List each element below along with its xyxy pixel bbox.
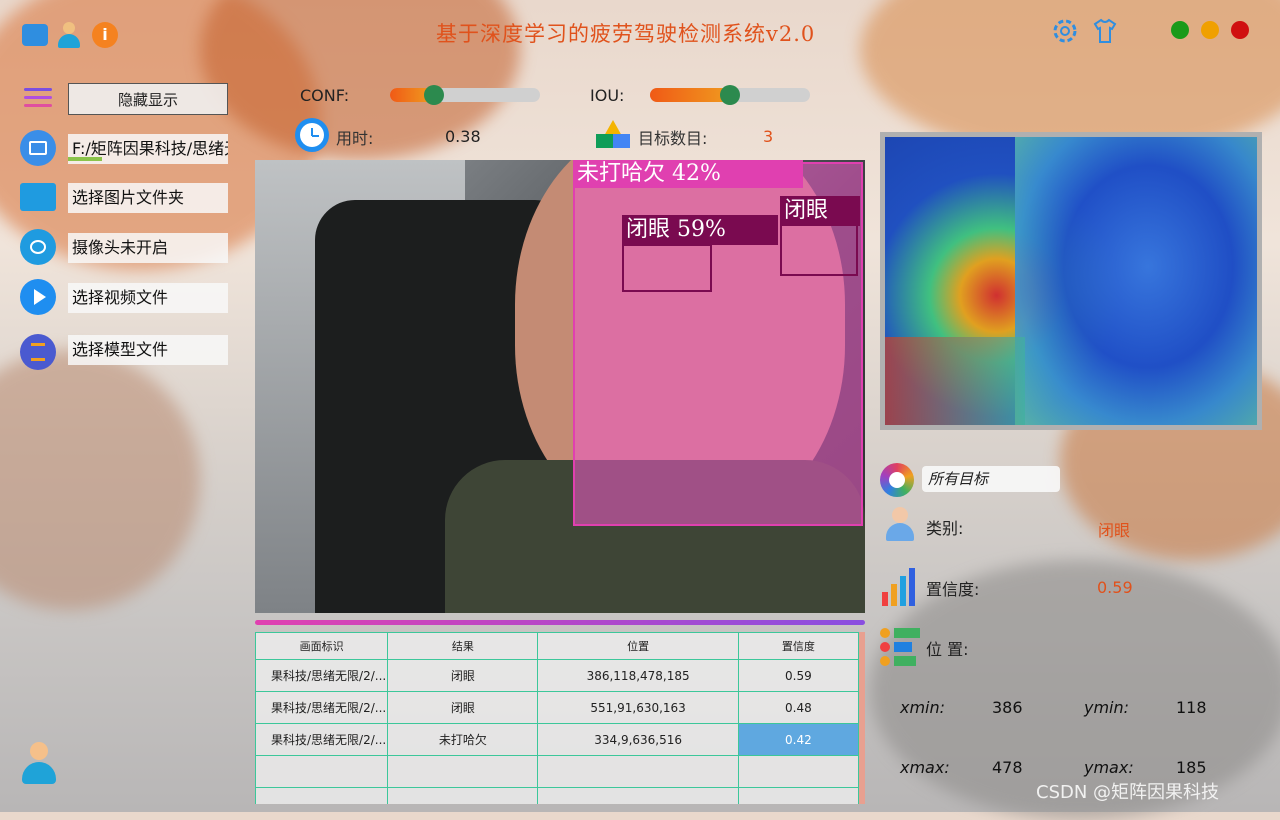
progress-bar [68,157,102,161]
table-header: 画面标识 结果 位置 置信度 [255,632,860,660]
model-icon [20,334,56,370]
table-row-empty[interactable] [255,787,860,804]
cell-result: 闭眼 [387,691,539,724]
watermark: CSDN @矩阵因果科技 [1036,782,1220,803]
detection-image: 未打哈欠 42% 闭眼 59% 闭眼 [255,160,865,613]
cell-confidence-selected: 0.42 [737,723,860,756]
xmax-label: xmax: [900,758,950,777]
target-icon [880,463,914,497]
box-label-eye-left-score: 59% [677,217,726,242]
cell-confidence: 0.59 [737,659,860,692]
time-label: 用时: [336,129,374,148]
box-label-eye-left: 闭眼 59% [622,215,778,245]
play-icon [20,279,56,315]
target-select[interactable]: 所有目标 [922,466,1060,492]
user-icon[interactable] [58,22,80,48]
conf-slider[interactable] [390,85,540,105]
table-row-empty[interactable] [255,755,860,788]
position-icon [880,628,920,666]
wallet-icon[interactable] [22,24,48,46]
bar-chart-icon [880,566,920,606]
position-label: 位 置: [926,640,969,659]
header-frame-id[interactable]: 画面标识 [255,632,389,660]
select-model-button[interactable]: 选择模型文件 [68,335,228,365]
cell-frame-id: 果科技/思绪无限/2/... [255,659,389,692]
time-value: 0.38 [445,127,481,146]
avatar-icon[interactable] [22,742,56,786]
select-folder-button[interactable]: 选择图片文件夹 [68,183,228,213]
drive-icon [596,120,630,150]
cell-confidence: 0.48 [737,691,860,724]
box-label-yawn-text: 未打哈欠 [577,161,666,186]
ymax-label: ymax: [1084,758,1134,777]
ymax-value: 185 [1176,758,1207,777]
iou-slider[interactable] [650,85,810,105]
header-position[interactable]: 位置 [537,632,739,660]
target-count-value: 3 [763,127,774,146]
toggle-display-button[interactable]: 隐藏显示 [68,83,228,115]
xmin-value: 386 [992,698,1023,717]
iou-slider-handle[interactable] [720,85,740,105]
box-label-eye-right-text: 闭眼 [784,198,829,223]
class-label: 类别: [926,519,964,538]
ymin-label: ymin: [1084,698,1130,717]
maximize-button[interactable] [1171,21,1189,39]
confidence-value: 0.59 [1097,578,1133,597]
target-count-label: 目标数目: [638,129,708,148]
select-video-button[interactable]: 选择视频文件 [68,283,228,313]
cell-position: 551,91,630,163 [537,691,739,724]
xmax-value: 478 [992,758,1023,777]
info-icon[interactable]: i [92,22,118,48]
camera-button[interactable]: 摄像头未开启 [68,233,228,263]
table-row[interactable]: 果科技/思绪无限/2/... 未打哈欠 334,9,636,516 0.42 [255,723,860,756]
class-value: 闭眼 [1098,521,1131,540]
ymin-value: 118 [1176,698,1207,717]
shirt-icon[interactable] [1090,16,1120,46]
cell-frame-id: 果科技/思绪无限/2/... [255,723,389,756]
box-label-yawn-score: 42% [672,161,721,186]
cell-result: 未打哈欠 [387,723,539,756]
table-row[interactable]: 果科技/思绪无限/2/... 闭眼 386,118,478,185 0.59 [255,659,860,692]
cell-position: 386,118,478,185 [537,659,739,692]
close-button[interactable] [1231,21,1249,39]
minimize-button[interactable] [1201,21,1219,39]
confidence-label: 置信度: [926,580,980,599]
heatmap-image [880,132,1262,430]
cell-result: 闭眼 [387,659,539,692]
playback-progress [255,620,865,625]
window-title: 基于深度学习的疲劳驾驶检测系统v2.0 [436,22,816,46]
box-label-yawn: 未打哈欠 42% [573,160,803,188]
cell-position: 334,9,636,516 [537,723,739,756]
conf-slider-handle[interactable] [424,85,444,105]
box-label-eye-right: 闭眼 [780,196,860,226]
table-scrollbar[interactable] [859,632,865,804]
image-icon [20,130,56,166]
iou-label: IOU: [590,86,625,105]
conf-label: CONF: [300,86,350,105]
folder-icon [20,183,56,211]
clock-icon [295,118,329,152]
settings-icon[interactable] [1050,16,1080,46]
header-result[interactable]: 结果 [387,632,539,660]
box-label-eye-left-text: 闭眼 [626,217,671,242]
camera-icon [20,229,56,265]
xmin-label: xmin: [900,698,946,717]
person-icon [880,505,920,545]
results-table[interactable]: 画面标识 结果 位置 置信度 果科技/思绪无限/2/... 闭眼 386,118… [255,632,865,804]
cell-frame-id: 果科技/思绪无限/2/... [255,691,389,724]
table-row[interactable]: 果科技/思绪无限/2/... 闭眼 551,91,630,163 0.48 [255,691,860,724]
header-confidence[interactable]: 置信度 [737,632,860,660]
menu-icon[interactable] [24,88,52,110]
